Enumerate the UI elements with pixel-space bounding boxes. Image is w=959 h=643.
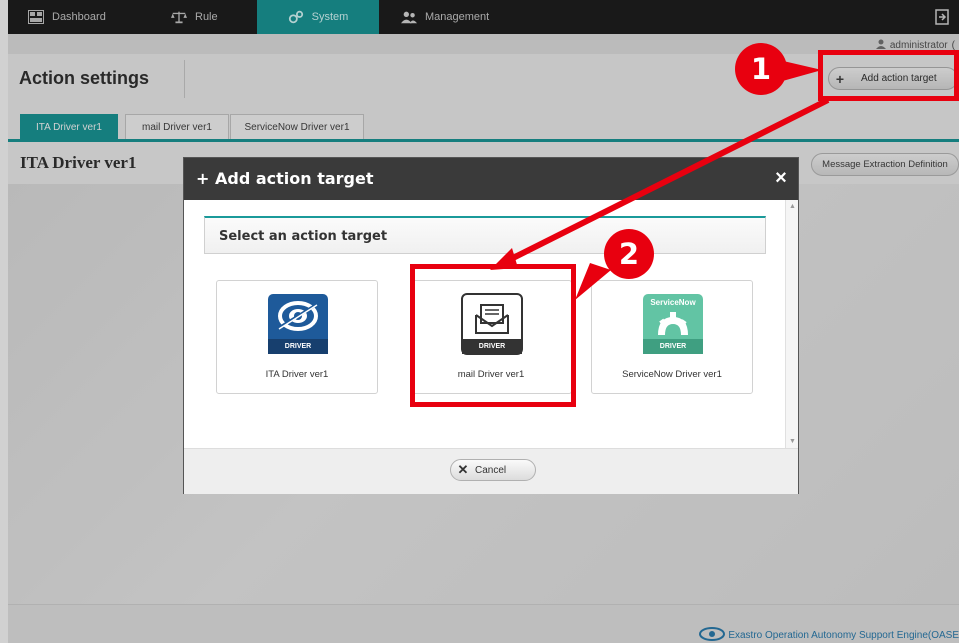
card-ita-driver-label: ITA Driver ver1 xyxy=(265,369,329,380)
card-ita-driver[interactable]: DRIVER ITA Driver ver1 xyxy=(216,280,378,394)
cancel-button[interactable]: ✕ Cancel xyxy=(450,459,536,481)
dialog-footer: ✕ Cancel xyxy=(184,448,798,494)
scroll-down-icon[interactable]: ▼ xyxy=(789,438,796,445)
card-servicenow-driver[interactable]: ServiceNow DRIVER ServiceNow Driver ver1 xyxy=(591,280,753,394)
select-target-label: Select an action target xyxy=(219,229,388,244)
step-badge-1: 1 xyxy=(735,43,787,95)
dialog-header: + Add action target × xyxy=(184,158,798,200)
close-icon[interactable]: × xyxy=(764,158,798,198)
dialog-scrollbar[interactable]: ▲ ▼ xyxy=(785,200,798,448)
cancel-x-icon: ✕ xyxy=(457,462,469,477)
scroll-up-icon[interactable]: ▲ xyxy=(789,203,796,210)
ita-driver-badge: DRIVER xyxy=(284,343,312,350)
cancel-label: Cancel xyxy=(475,464,507,476)
servicenow-driver-badge: DRIVER xyxy=(659,343,687,350)
step-badge-2: 2 xyxy=(604,229,654,279)
select-target-heading: Select an action target xyxy=(204,216,766,254)
dialog-title: + Add action target xyxy=(196,169,374,188)
servicenow-brand-text: ServiceNow xyxy=(650,298,696,307)
card-servicenow-driver-label: ServiceNow Driver ver1 xyxy=(622,369,722,380)
highlight-add-action-target xyxy=(818,50,959,101)
highlight-mail-driver-card xyxy=(410,264,576,407)
